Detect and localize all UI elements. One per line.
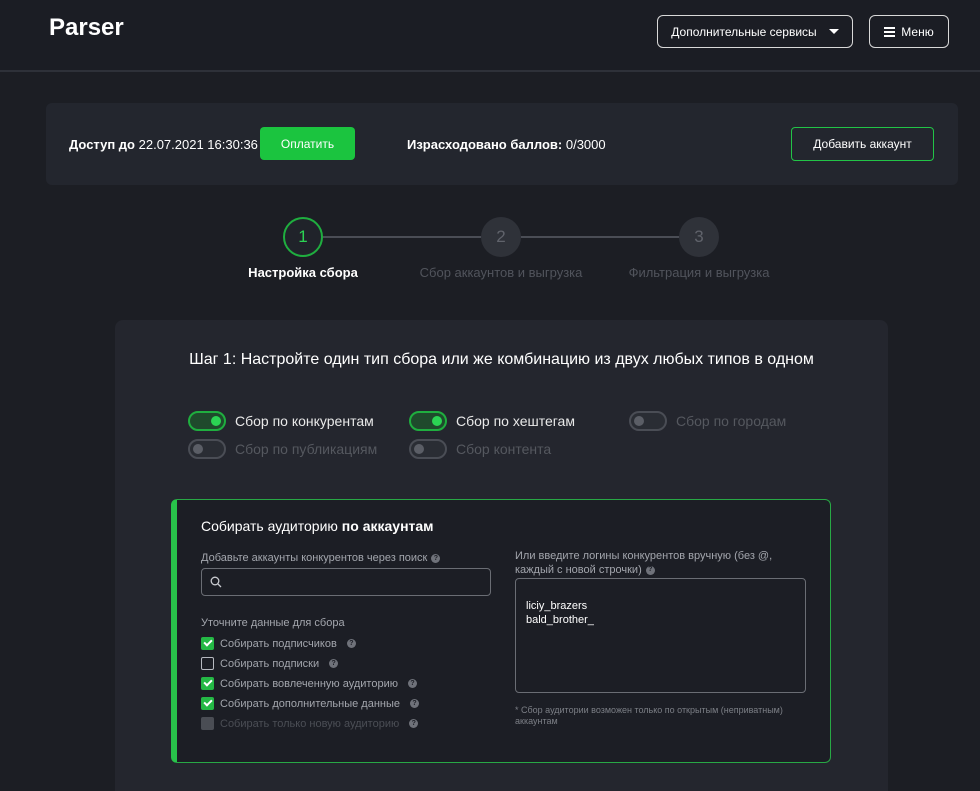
checkbox-label: Собирать подписчиков	[220, 637, 337, 650]
toggle-switch[interactable]	[409, 411, 447, 431]
access-panel: Доступ до 22.07.2021 16:30:36 Оплатить И…	[46, 103, 958, 185]
search-label: Добавьте аккаунты конкурентов через поис…	[201, 552, 441, 564]
step-connector	[521, 236, 679, 238]
checkbox-label: Собирать вовлеченную аудиторию	[220, 677, 398, 690]
help-icon[interactable]: ?	[431, 553, 441, 563]
checkbox-label: Собирать подписки	[220, 657, 320, 670]
search-label-text: Добавьте аккаунты конкурентов через поис…	[201, 552, 428, 564]
search-icon	[210, 576, 222, 588]
toggle-switch[interactable]	[188, 411, 226, 431]
additional-services-dropdown[interactable]: Дополнительные сервисы	[657, 15, 853, 48]
toggle-label: Сбор по публикациям	[235, 441, 378, 457]
access-prefix: Доступ до	[69, 137, 135, 152]
step-3-label: Фильтрация и выгрузка	[628, 265, 770, 280]
toggle-label: Сбор по конкурентам	[235, 413, 374, 429]
help-icon[interactable]: ?	[409, 719, 419, 728]
checkbox-followings[interactable]: Собирать подписки?	[201, 657, 339, 670]
toggle-publications[interactable]: Сбор по публикациям	[188, 439, 377, 459]
checkbox-followers[interactable]: Собирать подписчиков?	[201, 637, 356, 650]
toggle-label: Сбор по городам	[676, 413, 787, 429]
step-1-card: Шаг 1: Настройте один тип сбора или же к…	[115, 320, 888, 791]
step-1-label: Настройка сбора	[248, 265, 358, 280]
toggle-cities[interactable]: Сбор по городам	[629, 411, 786, 431]
points-label: Израсходовано баллов:	[407, 137, 563, 152]
checkbox-label: Собирать дополнительные данные	[220, 697, 401, 710]
menu-label: Меню	[901, 24, 934, 39]
menu-button[interactable]: Меню	[869, 15, 949, 48]
points-value: 0/3000	[565, 137, 606, 152]
manual-entry-label: Или введите логины конкурентов вручную (…	[515, 549, 810, 577]
help-icon[interactable]: ?	[346, 639, 356, 648]
chevron-down-icon	[828, 29, 839, 34]
checkbox[interactable]	[201, 637, 214, 650]
toggle-switch[interactable]	[409, 439, 447, 459]
checkbox[interactable]	[201, 697, 214, 710]
manual-login-entry: liciy_brazers	[526, 600, 588, 612]
checkbox-new-audience-only: Собирать только новую аудиторию?	[201, 717, 419, 730]
audience-by-accounts-panel: Собирать аудиторию по аккаунтам Добавьте…	[171, 499, 831, 763]
add-account-button[interactable]: Добавить аккаунт	[791, 127, 934, 161]
manual-entry-label-text: Или введите логины конкурентов вручную (…	[515, 550, 773, 576]
checkbox[interactable]	[201, 657, 214, 670]
help-icon[interactable]: ?	[410, 699, 420, 708]
app-logo[interactable]: Parser	[49, 14, 124, 42]
step-connector	[323, 236, 481, 238]
access-until-text: Доступ до 22.07.2021 16:30:36	[69, 137, 258, 152]
refine-label: Уточните данные для сбора	[201, 617, 345, 629]
step-2-circle: 2	[481, 217, 521, 257]
step-2-label: Сбор аккаунтов и выгрузка	[419, 265, 583, 280]
manual-login-entry: bald_brother_	[526, 614, 594, 626]
checkbox	[201, 717, 214, 730]
pay-button[interactable]: Оплатить	[260, 127, 355, 160]
toggle-label: Сбор по хештегам	[456, 413, 575, 429]
toggle-switch[interactable]	[629, 411, 667, 431]
help-icon[interactable]: ?	[645, 565, 655, 575]
private-accounts-note: * Сбор аудитории возможен только по откр…	[515, 705, 783, 726]
access-until-date: 22.07.2021 16:30:36	[138, 137, 258, 152]
step-1-circle: 1	[283, 217, 323, 257]
toggle-content[interactable]: Сбор контента	[409, 439, 551, 459]
toggle-hashtags[interactable]: Сбор по хештегам	[409, 411, 575, 431]
help-icon[interactable]: ?	[329, 659, 339, 668]
audience-title-prefix: Собирать аудиторию	[201, 518, 338, 534]
step-title: Шаг 1: Настройте один тип сбора или же к…	[189, 351, 814, 368]
toggle-label: Сбор контента	[456, 441, 552, 457]
top-header: Parser Дополнительные сервисы Меню	[0, 0, 980, 72]
audience-title: Собирать аудиторию по аккаунтам	[201, 518, 434, 534]
points-used-text: Израсходовано баллов: 0/3000	[407, 137, 606, 152]
checkbox-additional-data[interactable]: Собирать дополнительные данные?	[201, 697, 420, 710]
competitor-search-input[interactable]	[201, 568, 491, 596]
checkbox-engaged-audience[interactable]: Собирать вовлеченную аудиторию?	[201, 677, 417, 690]
toggle-switch[interactable]	[188, 439, 226, 459]
step-3-circle: 3	[679, 217, 719, 257]
checkbox-label: Собирать только новую аудиторию	[220, 717, 400, 730]
manual-logins-textarea[interactable]: liciy_brazers bald_brother_	[515, 578, 806, 693]
audience-title-bold: по аккаунтам	[341, 518, 434, 534]
additional-services-label: Дополнительные сервисы	[671, 24, 817, 39]
toggle-competitors[interactable]: Сбор по конкурентам	[188, 411, 374, 431]
hamburger-icon	[884, 27, 896, 37]
checkbox[interactable]	[201, 677, 214, 690]
help-icon[interactable]: ?	[407, 679, 417, 688]
